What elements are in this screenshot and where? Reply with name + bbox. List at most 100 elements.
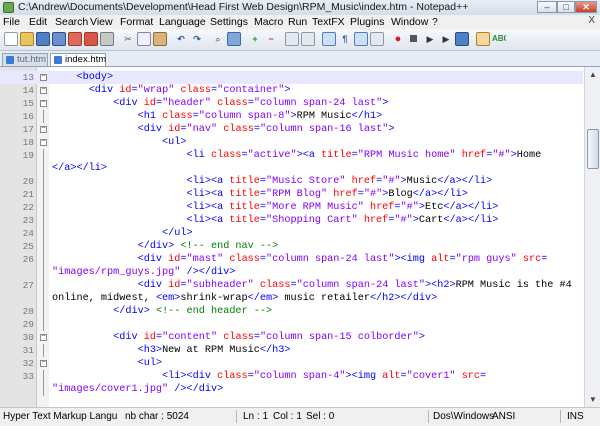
undo-icon[interactable]: ↶ xyxy=(174,32,188,46)
code-line[interactable]: 33 <li><div class = "column span-4"><img a… xyxy=(0,370,583,383)
tab-tut-htm[interactable]: tut.htm xyxy=(2,53,48,66)
minimize-button[interactable]: – xyxy=(537,1,557,13)
fold-toggle-icon[interactable]: − xyxy=(40,87,47,94)
sync-v-icon[interactable] xyxy=(285,32,299,46)
code-token: class xyxy=(217,371,248,382)
code-token: <li><a xyxy=(186,176,230,187)
code-line[interactable]: 16 <h1 class="column span-8">RPM Music</… xyxy=(0,110,583,123)
wrap-icon[interactable] xyxy=(322,32,336,46)
menu-help[interactable]: ? xyxy=(432,16,438,28)
code-line[interactable]: 14− <div id="wrap" class="container"> xyxy=(0,84,583,97)
line-number: 30 xyxy=(22,332,34,343)
code-line[interactable]: 20 <li><a title="Music Store" href="#">M… xyxy=(0,175,583,188)
copy-icon[interactable] xyxy=(137,32,151,46)
paste-icon[interactable] xyxy=(153,32,167,46)
vertical-scrollbar[interactable]: ▲ ▼ xyxy=(584,67,600,407)
scroll-down-icon[interactable]: ▼ xyxy=(585,392,600,407)
fold-toggle-icon[interactable]: − xyxy=(40,334,47,341)
menu-language[interactable]: Language xyxy=(159,16,206,28)
code-line[interactable]: 24 </ul> xyxy=(0,227,583,240)
code-line[interactable]: 17− <div id="nav" class="column span-16 … xyxy=(0,123,583,136)
fold-toggle-icon[interactable]: − xyxy=(40,74,47,81)
code-line[interactable]: 15− <div id="header" class="column span-… xyxy=(0,97,583,110)
find-icon[interactable]: ⌕ xyxy=(211,32,225,46)
menu-file[interactable]: File xyxy=(3,16,20,28)
maximize-button[interactable]: □ xyxy=(557,1,575,13)
indent-guide-icon[interactable] xyxy=(354,32,368,46)
code-token: "wrap" xyxy=(137,85,175,96)
save-icon[interactable] xyxy=(36,32,50,46)
record-macro-icon[interactable]: ● xyxy=(391,32,405,46)
status-selection: Sel : 0 xyxy=(306,411,335,422)
all-chars-icon[interactable]: ¶ xyxy=(338,32,352,46)
close-document-icon[interactable]: X xyxy=(588,15,595,26)
fold-toggle-icon[interactable]: − xyxy=(40,360,47,367)
code-token: </a></li> xyxy=(443,215,499,226)
new-file-icon[interactable] xyxy=(4,32,18,46)
menu-macro[interactable]: Macro xyxy=(254,16,283,28)
zoom-out-icon[interactable]: − xyxy=(264,32,278,46)
scroll-up-icon[interactable]: ▲ xyxy=(585,67,600,82)
menu-format[interactable]: Format xyxy=(120,16,153,28)
code-line[interactable]: 21 <li><a title="RPM Blog" href="#">Blog… xyxy=(0,188,583,201)
status-divider xyxy=(428,410,429,423)
code-line[interactable]: 31 <h3>New at RPM Music</h3> xyxy=(0,344,583,357)
menu-settings[interactable]: Settings xyxy=(210,16,248,28)
close-all-icon[interactable] xyxy=(84,32,98,46)
close-icon[interactable] xyxy=(68,32,82,46)
code-line[interactable]: 28 </div> <!-- end header --> xyxy=(0,305,583,318)
code-line[interactable]: online, midwest, <em>shrink-wrap</em> mu… xyxy=(0,292,583,305)
save-all-icon[interactable] xyxy=(52,32,66,46)
code-token: /></div> xyxy=(168,384,224,395)
menu-search[interactable]: Search xyxy=(55,16,88,28)
menu-textfx[interactable]: TextFX xyxy=(312,16,345,28)
menu-window[interactable]: Window xyxy=(391,16,428,28)
play-macro-icon[interactable]: ▶ xyxy=(423,32,437,46)
code-line[interactable]: 25 </div> <!-- end nav --> xyxy=(0,240,583,253)
code-line[interactable]: 26 <div id="mast" class="column span-24 … xyxy=(0,253,583,266)
notepadpp-app-icon[interactable] xyxy=(3,2,14,13)
close-window-button[interactable]: ✕ xyxy=(575,1,597,13)
code-line[interactable]: 27 <div id="subheader" class="column spa… xyxy=(0,279,583,292)
code-text: <div id="wrap" class="container"> xyxy=(52,84,291,97)
zoom-in-icon[interactable]: + xyxy=(248,32,262,46)
stop-record-icon[interactable] xyxy=(407,32,421,46)
menu-run[interactable]: Run xyxy=(288,16,307,28)
redo-icon[interactable]: ↷ xyxy=(190,32,204,46)
spellcheck-icon[interactable]: ABC xyxy=(492,32,506,46)
sync-h-icon[interactable] xyxy=(301,32,315,46)
code-token: <body> xyxy=(76,72,114,83)
menu-plugins[interactable]: Plugins xyxy=(350,16,384,28)
fold-guide xyxy=(43,383,44,396)
code-line[interactable]: 32− <ul> xyxy=(0,357,583,370)
code-editor[interactable]: 13− <body> 14− <div id="wrap" class="cont… xyxy=(0,67,600,407)
fold-guide xyxy=(43,240,44,253)
tab-index-htm[interactable]: index.htm xyxy=(50,53,106,66)
scrollbar-thumb[interactable] xyxy=(587,129,599,169)
menu-view[interactable]: View xyxy=(90,16,113,28)
fold-toggle-icon[interactable]: − xyxy=(40,139,47,146)
menu-edit[interactable]: Edit xyxy=(29,16,47,28)
code-line[interactable]: </a></li> xyxy=(0,162,583,175)
code-line[interactable]: "images/cover1.jpg" /></div> xyxy=(0,383,583,396)
code-line[interactable]: 13− <body> xyxy=(0,71,583,84)
fold-toggle-icon[interactable]: − xyxy=(40,126,47,133)
code-line[interactable]: 29 xyxy=(0,318,583,331)
run-macro-multi-icon[interactable]: ▶ xyxy=(439,32,453,46)
code-line[interactable]: "images/rpm_guys.jpg" /></div> xyxy=(0,266,583,279)
code-line[interactable]: 30− <div id="content" class="column span… xyxy=(0,331,583,344)
code-text: <li><a title="Music Store" href="#">Musi… xyxy=(52,175,493,188)
tidy-icon[interactable] xyxy=(476,32,490,46)
open-file-icon[interactable] xyxy=(20,32,34,46)
code-line[interactable]: 22 <li><a title="More RPM Music" href="#… xyxy=(0,201,583,214)
user-lang-icon[interactable] xyxy=(370,32,384,46)
cut-icon[interactable]: ✂ xyxy=(121,32,135,46)
code-line[interactable]: 19 <li class="active"><a title="RPM Musi… xyxy=(0,149,583,162)
print-icon[interactable] xyxy=(100,32,114,46)
code-line[interactable]: 23 <li><a title="Shopping Cart" href="#"… xyxy=(0,214,583,227)
fold-toggle-icon[interactable]: − xyxy=(40,100,47,107)
code-text: <li><a title="More RPM Music" href="#">E… xyxy=(52,201,499,214)
code-line[interactable]: 18− <ul> xyxy=(0,136,583,149)
save-macro-icon[interactable] xyxy=(455,32,469,46)
replace-icon[interactable] xyxy=(227,32,241,46)
